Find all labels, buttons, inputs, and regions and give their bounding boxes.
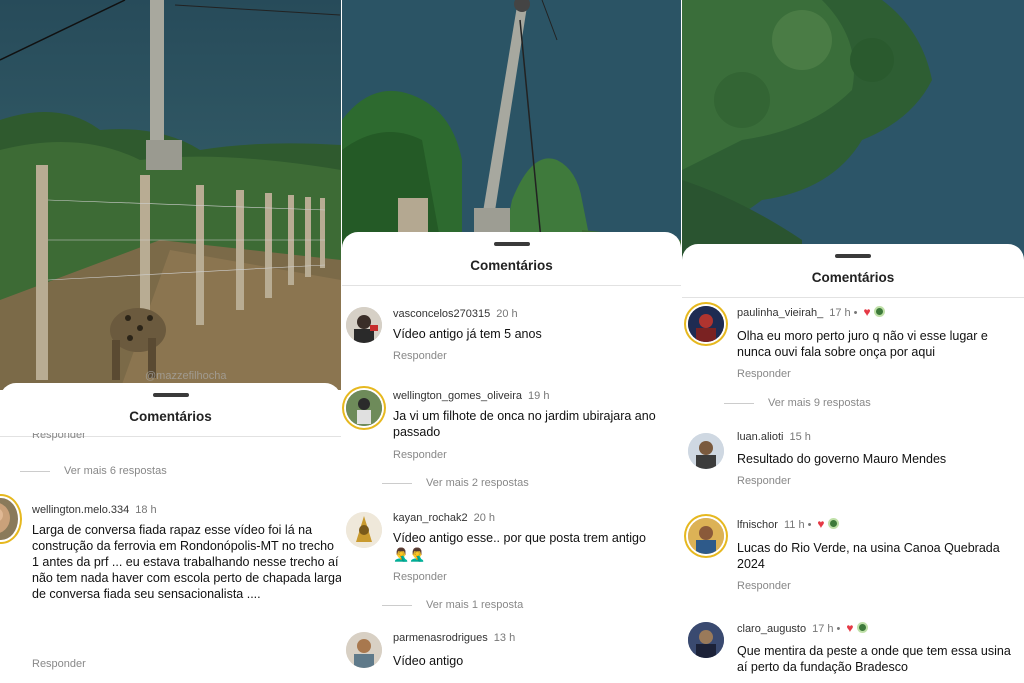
- comment-time: 11 h: [783, 519, 805, 531]
- creator-heart-icon: ♥: [817, 517, 825, 531]
- reply-button[interactable]: Responder: [32, 658, 86, 670]
- sheet-drag-handle[interactable]: [835, 254, 871, 258]
- creator-avatar-badge-icon: [856, 622, 868, 633]
- view-more-replies-button[interactable]: Ver mais 6 respostas: [20, 465, 167, 477]
- comment-username[interactable]: parmenasrodrigues: [393, 632, 488, 644]
- comment-time: 17 h: [829, 307, 851, 319]
- sheet-title: Comentários: [470, 258, 553, 273]
- view-more-replies-button[interactable]: Ver mais 9 respostas: [724, 397, 871, 409]
- avatar[interactable]: [346, 390, 382, 426]
- sheet-title: Comentários: [811, 270, 895, 285]
- comment-username[interactable]: kayan_rochak2: [393, 512, 468, 524]
- avatar[interactable]: [688, 622, 724, 658]
- video-frame: [682, 0, 1024, 262]
- screenshot-panel-3: Comentários paulinha_vieirah_ 17 h • ♥ Olha…: [682, 0, 1024, 683]
- reply-button[interactable]: Responder: [737, 368, 791, 380]
- comment-time: 17 h: [812, 623, 834, 635]
- comment-text: Vídeo antigo: [393, 654, 464, 668]
- avatar[interactable]: [688, 518, 724, 554]
- comment-emojis: 🤦‍♂️🤦‍♂️: [393, 547, 426, 562]
- video-frame: [342, 0, 681, 250]
- comment-text: Que mentira da peste a onde que tem essa…: [737, 644, 1011, 674]
- comment-time: 15 h: [789, 431, 811, 443]
- reply-button[interactable]: Responder: [393, 350, 447, 362]
- reply-button[interactable]: Responder: [393, 449, 447, 461]
- avatar[interactable]: [346, 512, 382, 548]
- comment-username[interactable]: luan.alioti: [737, 431, 783, 443]
- comment-username[interactable]: paulinha_vieirah_: [737, 307, 823, 319]
- avatar[interactable]: [0, 498, 18, 540]
- separator-dot: •: [853, 307, 858, 319]
- comment-text: Vídeo antigo esse.. por que posta trem a…: [393, 531, 646, 545]
- creator-heart-icon: ♥: [846, 621, 854, 635]
- comment-username[interactable]: wellington_gomes_oliveira: [393, 390, 522, 402]
- avatar[interactable]: [346, 307, 382, 343]
- separator-dot: •: [836, 623, 841, 635]
- comments-sheet: Comentários vasconcelos270315 20 h Vídeo …: [342, 232, 681, 683]
- watermark: @mazzefilhocha: [145, 370, 227, 382]
- comment-time: 18 h: [135, 504, 157, 516]
- avatar[interactable]: [688, 306, 724, 342]
- reply-button[interactable]: Responder: [737, 475, 791, 487]
- comment-text: Larga de conversa fiada rapaz esse vídeo…: [32, 523, 341, 601]
- comment-time: 19 h: [528, 390, 550, 402]
- sheet-drag-handle[interactable]: [152, 393, 189, 397]
- view-more-replies-button[interactable]: Ver mais 2 respostas: [382, 477, 529, 489]
- reply-button[interactable]: Responder: [737, 580, 791, 592]
- comment-text: Olha eu moro perto juro q não vi esse lu…: [737, 329, 988, 359]
- comment-text: Vídeo antigo já tem 5 anos: [393, 327, 542, 341]
- comment-text: Lucas do Rio Verde, na usina Canoa Quebr…: [737, 541, 1000, 571]
- comment-username[interactable]: lfnischor: [737, 519, 778, 531]
- view-more-replies-button[interactable]: Ver mais 1 resposta: [382, 599, 523, 611]
- sheet-drag-handle[interactable]: [493, 242, 530, 246]
- comment-username[interactable]: claro_augusto: [737, 623, 806, 635]
- comments-sheet: Comentários paulinha_vieirah_ 17 h • ♥ Olha…: [682, 244, 1024, 683]
- comment-time: 20 h: [496, 308, 518, 320]
- divider: [342, 285, 681, 286]
- avatar[interactable]: [346, 632, 382, 668]
- avatar[interactable]: [688, 433, 724, 469]
- comment-time: 13 h: [493, 632, 516, 644]
- comment-text: Resultado do governo Mauro Mendes: [737, 452, 947, 466]
- comment-time: 20 h: [473, 512, 496, 524]
- comment-text: Ja vi um filhote de onca no jardim ubira…: [393, 409, 656, 439]
- comments-sheet: Comentários Responder Ver mais 6 respost…: [0, 383, 341, 683]
- video-frame: @mazzefilhocha: [0, 0, 341, 390]
- creator-avatar-badge-icon: [827, 518, 839, 529]
- sheet-title: Comentários: [129, 409, 212, 424]
- creator-heart-icon: ♥: [863, 305, 871, 319]
- screenshot-panel-2: Comentários vasconcelos270315 20 h Vídeo …: [342, 0, 681, 683]
- comment-username[interactable]: wellington.melo.334: [32, 504, 129, 516]
- comment-username[interactable]: vasconcelos270315: [393, 308, 490, 320]
- reply-button[interactable]: Responder: [393, 571, 447, 583]
- creator-avatar-badge-icon: [873, 306, 885, 317]
- divider: [682, 297, 1024, 298]
- screenshot-panel-1: @mazzefilhocha Comentários Responder Ver…: [0, 0, 341, 683]
- reply-button[interactable]: Responder: [32, 433, 86, 442]
- separator-dot: •: [807, 519, 812, 531]
